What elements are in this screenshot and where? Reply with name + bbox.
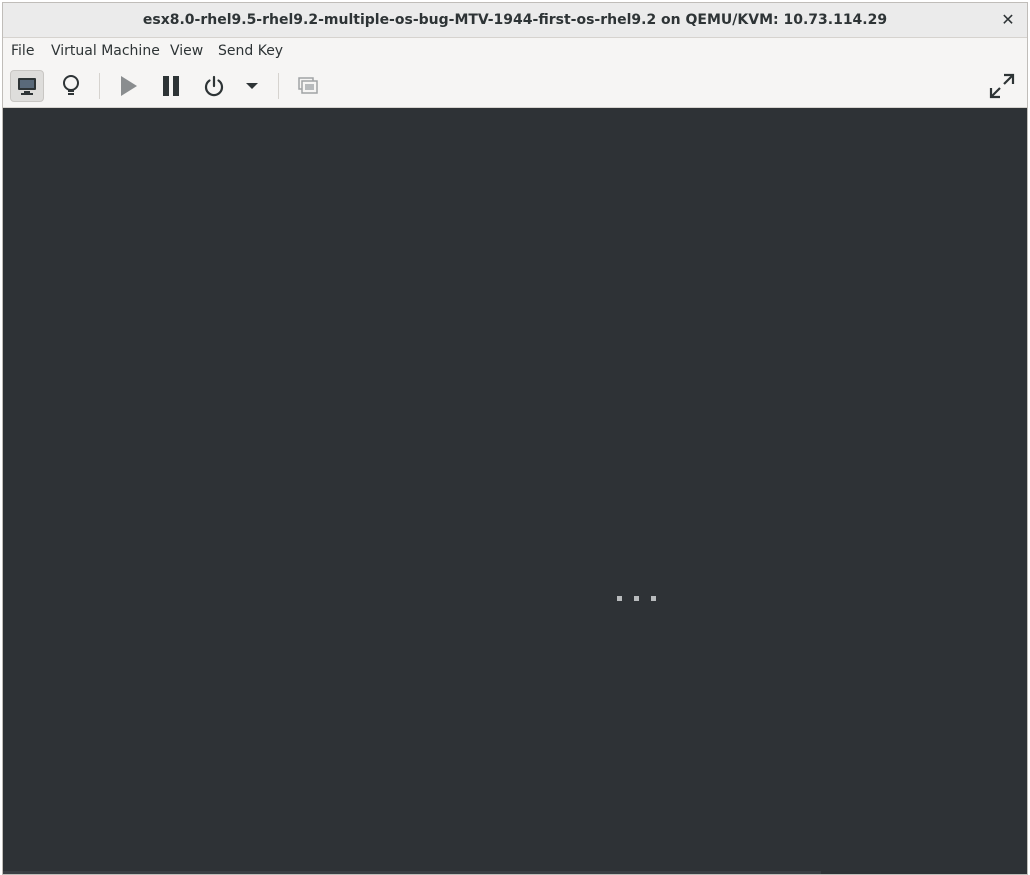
monitor-icon [18,78,36,95]
snapshots-button[interactable] [291,70,325,102]
menu-view[interactable]: View [170,38,203,65]
snapshots-icon [298,77,318,94]
toolbar-separator [278,73,279,99]
run-button[interactable] [111,70,145,102]
power-icon [204,75,224,97]
window-title: esx8.0-rhel9.5-rhel9.2-multiple-os-bug-M… [142,12,888,28]
show-console-button[interactable] [10,70,44,102]
horizontal-scrollbar[interactable] [3,871,821,874]
fullscreen-button[interactable] [985,70,1019,102]
lightbulb-icon [63,75,79,95]
play-icon [121,76,137,96]
close-button[interactable]: ✕ [997,9,1019,31]
shutdown-button[interactable] [197,70,231,102]
shutdown-menu-button[interactable] [237,70,267,102]
menu-bar: File Virtual Machine View Send Key [3,38,1027,65]
vm-console-display[interactable] [3,108,1027,874]
menu-file[interactable]: File [11,38,34,65]
pause-icon [163,76,179,96]
menu-virtual-machine[interactable]: Virtual Machine [51,38,160,65]
menu-send-key[interactable]: Send Key [218,38,283,65]
title-bar[interactable]: esx8.0-rhel9.5-rhel9.2-multiple-os-bug-M… [3,3,1027,38]
fullscreen-icon [989,73,1015,99]
loading-dot [651,596,656,601]
toolbar-separator [99,73,100,99]
show-details-button[interactable] [54,70,88,102]
loading-dot [634,596,639,601]
toolbar [3,65,1027,108]
pause-button[interactable] [154,70,188,102]
vm-viewer-window: esx8.0-rhel9.5-rhel9.2-multiple-os-bug-M… [2,2,1028,875]
loading-indicator [617,596,656,601]
chevron-down-icon [246,83,258,89]
loading-dot [617,596,622,601]
